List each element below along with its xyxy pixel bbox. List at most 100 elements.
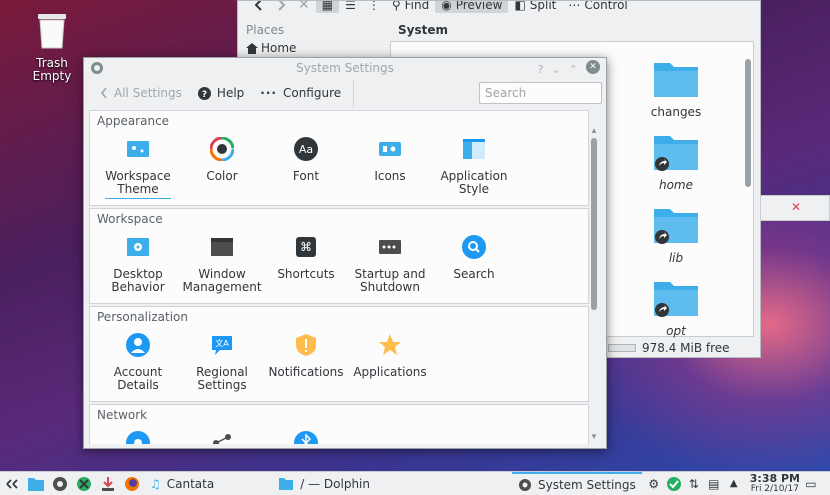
tray-updates[interactable]	[664, 472, 684, 495]
split-button[interactable]: ◧ Split	[508, 1, 562, 13]
settings-item-search[interactable]: Search	[432, 235, 516, 281]
configure-button[interactable]: ··· Configure	[252, 82, 349, 104]
settings-item-application-style[interactable]: Application Style	[432, 137, 516, 196]
color-wheel-icon	[209, 136, 235, 162]
find-button[interactable]: ⚲ Find	[386, 1, 435, 13]
minimize-icon[interactable]: ⌄	[552, 60, 561, 80]
settings-item-applications[interactable]: Applications	[348, 333, 432, 379]
side-panel: ✕	[760, 195, 830, 221]
close-icon[interactable]: ✕	[586, 60, 600, 74]
settings-item-startup-shutdown[interactable]: Startup and Shutdown	[348, 235, 432, 294]
settings-item-window-management[interactable]: Window Management	[180, 235, 264, 294]
scrollbar-thumb[interactable]	[591, 138, 597, 310]
icons-view-button[interactable]: ▦	[315, 1, 340, 13]
settings-item-shortcuts[interactable]: ⌘ Shortcuts	[264, 235, 348, 281]
details-view-button[interactable]: ☰	[339, 1, 362, 13]
file-name: lib	[668, 251, 684, 265]
file-view-scrollbar[interactable]	[744, 59, 752, 329]
task-cantata[interactable]: ♫ Cantata	[144, 472, 220, 495]
desktop-trash[interactable]: Trash Empty	[22, 10, 82, 83]
file-manager-launcher[interactable]	[24, 472, 48, 495]
section-workspace: Workspace Desktop Behavior Window Manage…	[89, 208, 589, 304]
file-item[interactable]: lib	[648, 205, 704, 265]
file-name: home	[658, 178, 694, 192]
file-name: opt	[666, 324, 686, 338]
app-launcher-xbox[interactable]	[72, 472, 96, 495]
tray-expand[interactable]: ▲	[724, 472, 744, 495]
settings-item-regional-settings[interactable]: 文A Regional Settings	[180, 333, 264, 392]
file-item[interactable]: home	[648, 132, 704, 192]
stop-button[interactable]: ✕	[292, 1, 316, 13]
application-launcher[interactable]	[0, 472, 24, 495]
all-settings-button[interactable]: All Settings	[92, 82, 190, 104]
check-icon	[666, 476, 681, 491]
menu-icon: ⋯	[568, 1, 581, 12]
gear-icon: ⚙	[648, 476, 660, 491]
back-button[interactable]	[248, 1, 270, 13]
share-icon	[213, 434, 231, 444]
clock[interactable]: 3:38 PM Fri 2/10/17	[750, 473, 800, 495]
tray-network[interactable]: ⇅	[684, 472, 704, 495]
control-label: Control	[584, 1, 628, 12]
scroll-down-icon[interactable]: ▾	[589, 432, 599, 442]
grid-icon: ▦	[321, 1, 334, 12]
title-bar[interactable]: System Settings ? ⌄ ⌃ ✕	[84, 58, 606, 78]
settings-item-notifications[interactable]: Notifications	[264, 333, 348, 379]
folder-link-icon	[654, 136, 698, 171]
settings-item-desktop-behavior[interactable]: Desktop Behavior	[96, 235, 180, 294]
settings-item-icons[interactable]: Icons	[348, 137, 432, 183]
close-icon[interactable]: ✕	[791, 200, 801, 214]
network-settings-icon	[126, 431, 150, 444]
settings-item-account-details[interactable]: Account Details	[96, 333, 180, 392]
svg-text:Aa: Aa	[299, 143, 313, 156]
item-label: Icons	[374, 169, 406, 183]
application-style-icon	[463, 139, 485, 159]
firefox-launcher[interactable]	[120, 472, 144, 495]
settings-item-bluetooth[interactable]	[264, 431, 348, 444]
tray-settings[interactable]: ⚙	[644, 472, 664, 495]
settings-item-font[interactable]: Aa Font	[264, 137, 348, 183]
tray-clipboard[interactable]: ▤	[704, 472, 724, 495]
maximize-icon[interactable]: ⌃	[569, 60, 578, 80]
file-name: changes	[650, 105, 702, 119]
help-button[interactable]: ? Help	[190, 82, 252, 104]
music-icon: ♫	[150, 476, 161, 491]
task-system-settings[interactable]: System Settings	[511, 471, 642, 495]
system-settings-window: System Settings ? ⌄ ⌃ ✕ All Settings ? H…	[83, 57, 607, 449]
settings-item-workspace-theme[interactable]: Workspace Theme	[96, 137, 180, 199]
folder-link-icon	[654, 209, 698, 244]
help-icon[interactable]: ?	[538, 60, 544, 80]
toolbar-separator	[353, 79, 355, 107]
control-button[interactable]: ⋯ Control	[562, 1, 633, 13]
shortcuts-icon: ⌘	[296, 237, 316, 257]
trash-status: Empty	[32, 69, 72, 83]
svg-text:文A: 文A	[215, 338, 229, 348]
settings-launcher[interactable]	[48, 472, 72, 495]
scroll-up-icon[interactable]: ▴	[589, 126, 599, 136]
scrollbar-thumb[interactable]	[745, 59, 751, 187]
show-desktop-button[interactable]: ▭	[800, 472, 822, 495]
item-label: Applications	[353, 365, 427, 379]
settings-item-color[interactable]: Color	[180, 136, 264, 183]
star-icon	[379, 334, 401, 355]
folder-icon	[654, 63, 698, 97]
task-dolphin[interactable]: / — Dolphin	[272, 472, 376, 495]
download-icon	[102, 476, 114, 491]
file-item[interactable]: opt	[648, 278, 704, 338]
arrow-right-icon	[278, 1, 286, 11]
ellipsis-icon: ···	[260, 86, 277, 100]
search-input[interactable]: Search	[479, 82, 602, 104]
clock-time: 3:38 PM	[749, 471, 800, 485]
settings-categories: Appearance Workspace Theme Color Aa Font…	[89, 110, 602, 444]
preview-button[interactable]: ◉ Preview	[435, 1, 509, 13]
places-item-home[interactable]: Home	[246, 41, 296, 55]
file-item[interactable]: changes	[648, 59, 704, 119]
game-icon	[77, 476, 91, 491]
tree-view-button[interactable]: ⋮	[362, 1, 386, 13]
translate-icon: 文A	[212, 336, 232, 355]
downloader-launcher[interactable]	[96, 472, 120, 495]
settings-item-sharing[interactable]	[180, 431, 264, 444]
settings-scrollbar[interactable]: ▴ ▾	[589, 126, 599, 448]
settings-item-network[interactable]	[96, 431, 180, 444]
forward-button[interactable]	[270, 1, 292, 13]
